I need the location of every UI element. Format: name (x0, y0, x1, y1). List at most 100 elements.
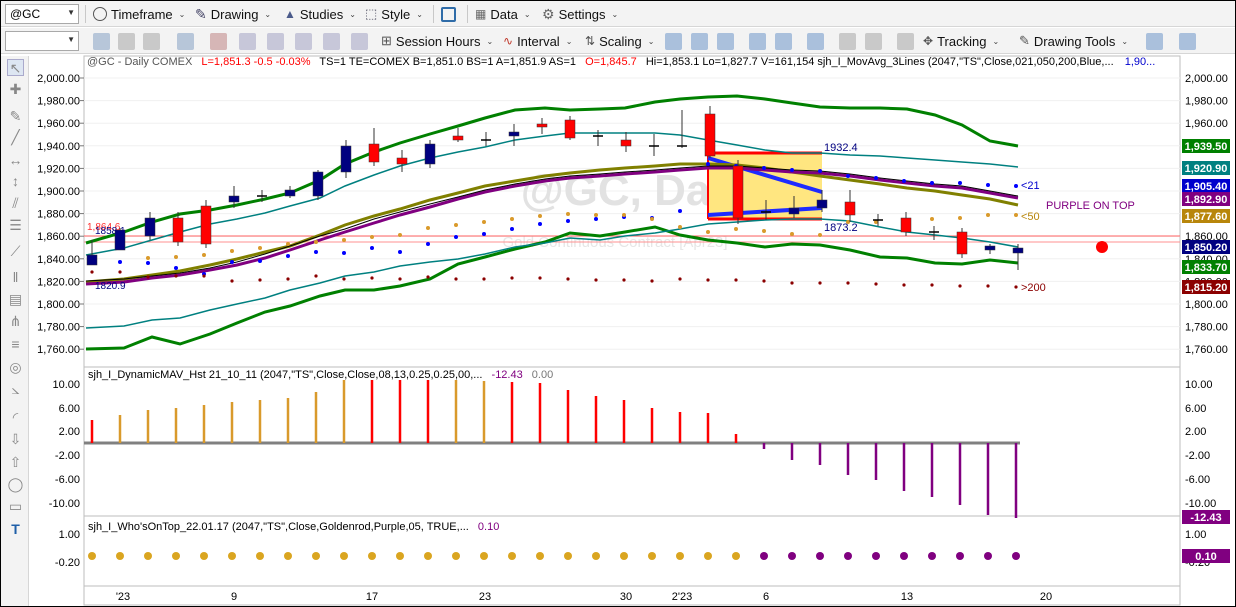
wot-dot (88, 552, 96, 560)
wot-dot (116, 552, 124, 560)
left-price-axis: 2,000.00 1,980.00 1,960.00 1,940.00 1,920.00… (37, 73, 84, 356)
date-tick-label: 9 (231, 591, 237, 603)
whos-on-top-title: sjh_I_Who'sOnTop_22.01.17 (2047,"TS",Clo… (88, 521, 499, 533)
ma50-dot (342, 238, 346, 242)
ma21-dot (510, 227, 514, 231)
wot-dot (620, 552, 628, 560)
price-tick-label: 1,900.00 (37, 186, 80, 198)
price-tag-label: 1,920.90 (1185, 163, 1228, 175)
wot-dot (956, 552, 964, 560)
low-label: 1873.2 (824, 222, 858, 234)
date-tick-label: 2'23 (672, 591, 692, 603)
candle-body (340, 145, 352, 173)
date-tick-label: 30 (620, 591, 632, 603)
ma200-dot (678, 277, 682, 281)
candle-body (396, 157, 408, 165)
high-label: 1932.4 (824, 142, 858, 154)
wot-dot (536, 552, 544, 560)
ma50-dot (762, 229, 766, 233)
price-tick-label: 1,820.00 (37, 276, 80, 288)
wot-dot (508, 552, 516, 560)
candle-body (368, 143, 380, 163)
hist-tick-label: -6.00 (1185, 474, 1210, 486)
candle-body (704, 113, 716, 157)
ma50-dot (734, 227, 738, 231)
ma200-dot (930, 283, 934, 287)
ma21-dot (678, 209, 682, 213)
ma21-dot (762, 166, 766, 170)
ma200-dot (594, 278, 598, 282)
ma50-dot (398, 233, 402, 237)
ma200-dot (622, 278, 626, 282)
ma50-dot (510, 217, 514, 221)
candle-body (452, 135, 464, 141)
ma200-dot (90, 270, 94, 274)
ma50-label: <50 (1021, 211, 1040, 223)
ma200-dot (258, 278, 262, 282)
ma200-dot (286, 277, 290, 281)
ma200-dot (370, 276, 374, 280)
date-tick-label: 13 (901, 591, 913, 603)
price-tag-label: 1,892.90 (1185, 194, 1228, 206)
wot-dot (396, 552, 404, 560)
candle-body (844, 201, 856, 216)
price-tick-label: 1,980.00 (37, 96, 80, 108)
wot-dot (704, 552, 712, 560)
wot-tick-label: -0.20 (55, 557, 80, 569)
ma21-dot (370, 246, 374, 250)
candle-body (228, 195, 240, 203)
hist-tick-label: -6.00 (55, 474, 80, 486)
ma200-dot (902, 283, 906, 287)
candle-body (900, 217, 912, 233)
signal-marker (1096, 241, 1108, 253)
ma21-dot (454, 235, 458, 239)
candle-body (200, 205, 212, 245)
wot-dot (648, 552, 656, 560)
ma200-dot (958, 284, 962, 288)
wot-dot (984, 552, 992, 560)
hist-tick-label: -10.00 (1185, 498, 1216, 510)
ma50-dot (314, 240, 318, 244)
chart-area[interactable]: @GC, Daily Gold Continuous Contract [Apr… (0, 0, 1236, 607)
candle-body (788, 207, 800, 215)
wot-dot (480, 552, 488, 560)
ma200-dot (538, 276, 542, 280)
ma200-dot (146, 275, 150, 279)
ma200-dot (482, 277, 486, 281)
price-tick-label: 1,780.00 (1185, 322, 1228, 334)
wot-dot (872, 552, 880, 560)
candle-body (732, 165, 744, 219)
ma50-dot (454, 223, 458, 227)
ma21-dot (930, 181, 934, 185)
ma200-label: >200 (1021, 282, 1046, 294)
ma21-dot (398, 250, 402, 254)
ma21-dot (846, 174, 850, 178)
price-tags: 1,939.50 1,920.90 1,905.401,892.90 1,877.60… (1182, 139, 1230, 294)
ma21-dot (258, 259, 262, 263)
wot-dot (1012, 552, 1020, 560)
ma21-dot (174, 266, 178, 270)
ma50-dot (790, 232, 794, 236)
ma21-dot (790, 168, 794, 172)
ma21-dot (986, 183, 990, 187)
ma50-dot (958, 216, 962, 220)
candle-body (508, 131, 520, 137)
candle-body (86, 254, 98, 266)
hist-tick-label: 10.00 (1185, 379, 1213, 391)
hist-tick-label: 2.00 (1185, 426, 1206, 438)
wot-dot (424, 552, 432, 560)
ma200-dot (118, 270, 122, 274)
ma21-dot (958, 181, 962, 185)
wot-dot (676, 552, 684, 560)
ma50-dot (258, 246, 262, 250)
ma200-dot (818, 281, 822, 285)
ma200-dot (846, 281, 850, 285)
price-tag-label: 1,905.40 (1185, 181, 1228, 193)
candle-body (144, 217, 156, 237)
ma200-dot (454, 277, 458, 281)
wot-dot (228, 552, 236, 560)
ma21-dot (874, 176, 878, 180)
ma50-dot (286, 242, 290, 246)
price-tag-label: 1,939.50 (1185, 141, 1228, 153)
price-tick-label: 1,800.00 (1185, 299, 1228, 311)
